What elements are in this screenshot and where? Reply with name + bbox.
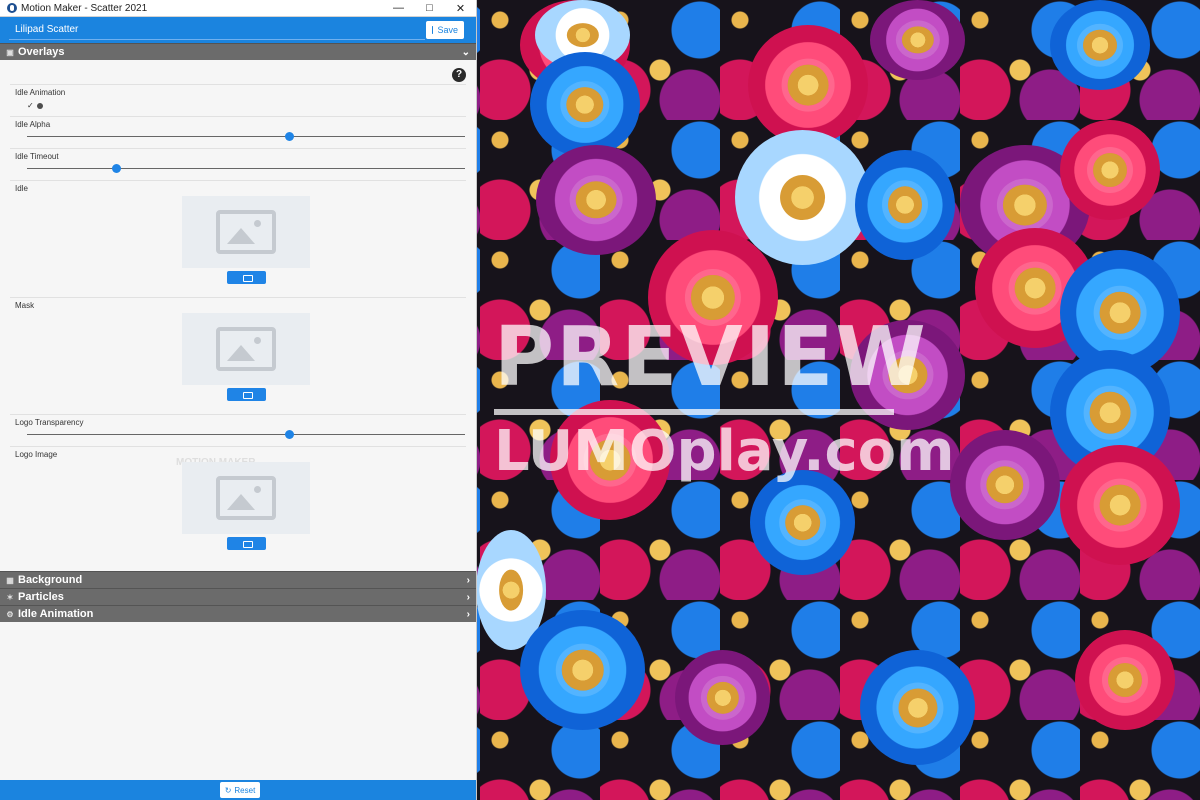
decorative-flower [750, 470, 855, 575]
chevron-down-icon: ⌄ [461, 46, 470, 58]
footer-bar: ↻ Reset [0, 780, 476, 800]
section-title: Particles [18, 591, 64, 603]
decorative-flower [1050, 0, 1150, 90]
section-title: Idle Animation [18, 608, 94, 620]
image-icon: ▦ [6, 575, 14, 585]
empty-panel-area [0, 622, 476, 780]
idle-timeout-slider[interactable] [27, 164, 465, 173]
slider-thumb[interactable] [285, 430, 294, 439]
decorative-flower [860, 650, 975, 765]
minimize-button[interactable]: — [383, 0, 414, 16]
chevron-right-icon: › [466, 591, 470, 603]
layers-icon: ▣ [6, 47, 14, 57]
chevron-right-icon: › [466, 574, 470, 586]
chevron-right-icon: › [466, 608, 470, 620]
logo-image-preview [182, 462, 310, 534]
app-icon [7, 3, 17, 13]
idle-browse-button[interactable] [227, 271, 266, 284]
reset-button-label: Reset [234, 785, 256, 795]
divider [10, 148, 466, 149]
app-window: Motion Maker - Scatter 2021 — □ ✕ Save ▣… [0, 0, 476, 800]
save-button[interactable]: Save [426, 21, 464, 39]
decorative-flower [550, 400, 670, 520]
decorative-flower [870, 0, 965, 80]
idle-animation-toggle[interactable]: ✓ [27, 101, 43, 110]
help-icon[interactable]: ? [452, 68, 466, 82]
decorative-flower [950, 430, 1060, 540]
divider [10, 414, 466, 415]
decorative-flower [748, 25, 868, 145]
close-button[interactable]: ✕ [445, 0, 476, 16]
mask-browse-button[interactable] [227, 388, 266, 401]
project-name-input[interactable] [9, 20, 425, 40]
maximize-button[interactable]: □ [414, 0, 445, 16]
radio-dot [36, 102, 43, 109]
divider [10, 84, 466, 85]
slider-thumb[interactable] [285, 132, 294, 141]
watermark-divider [494, 409, 894, 415]
decorative-flower [1060, 445, 1180, 565]
decorative-flower [530, 52, 640, 157]
mask-image-preview [182, 313, 310, 385]
gear-icon: ⚙ [6, 609, 14, 619]
slider-thumb[interactable] [112, 164, 121, 173]
section-particles[interactable]: ✶ Particles › [0, 588, 476, 605]
decorative-flower [536, 145, 656, 255]
reset-icon: ↻ [224, 785, 232, 795]
decorative-flower [648, 230, 778, 365]
idle-label: Idle [15, 184, 28, 193]
section-title: Overlays [18, 46, 65, 58]
idle-image-preview [182, 196, 310, 268]
window-titlebar: Motion Maker - Scatter 2021 — □ ✕ [0, 0, 476, 17]
mask-label: Mask [15, 301, 35, 310]
save-button-label: Save [437, 25, 458, 35]
divider [10, 297, 466, 298]
window-title: Motion Maker - Scatter 2021 [21, 2, 148, 14]
idle-alpha-slider[interactable] [27, 132, 465, 141]
section-background[interactable]: ▦ Background › [0, 571, 476, 588]
decorative-flower [1060, 120, 1160, 220]
decorative-flower [520, 610, 645, 730]
editor-toolbar: Save [0, 17, 476, 43]
sparkles-icon: ✶ [6, 592, 14, 602]
section-overlays[interactable]: ▣ Overlays ⌄ [0, 43, 476, 60]
idle-timeout-label: Idle Timeout [15, 152, 59, 161]
idle-animation-label: Idle Animation [15, 88, 66, 97]
decorative-flower [735, 130, 870, 265]
logo-image-label: Logo Image [15, 450, 58, 459]
divider [10, 116, 466, 117]
logo-browse-button[interactable] [227, 537, 266, 550]
image-placeholder-icon [216, 210, 276, 254]
logo-transparency-label: Logo Transparency [15, 418, 84, 427]
image-placeholder-icon [216, 327, 276, 371]
decorative-flower [675, 650, 770, 745]
divider [10, 180, 466, 181]
reset-button[interactable]: ↻ Reset [220, 782, 260, 798]
decorative-flower [850, 320, 965, 430]
idle-alpha-label: Idle Alpha [15, 120, 51, 129]
decorative-flower [855, 150, 955, 260]
section-idle-animation[interactable]: ⚙ Idle Animation › [0, 605, 476, 622]
logo-transparency-slider[interactable] [27, 430, 465, 439]
overlays-panel: ? Idle Animation ✓ Idle Alpha Idle Timeo… [0, 60, 476, 571]
section-title: Background [18, 574, 83, 586]
checkmark-icon: ✓ [27, 101, 34, 110]
divider [10, 446, 466, 447]
decorative-flower [1075, 630, 1175, 730]
save-icon [432, 26, 441, 34]
image-placeholder-icon [216, 476, 276, 520]
